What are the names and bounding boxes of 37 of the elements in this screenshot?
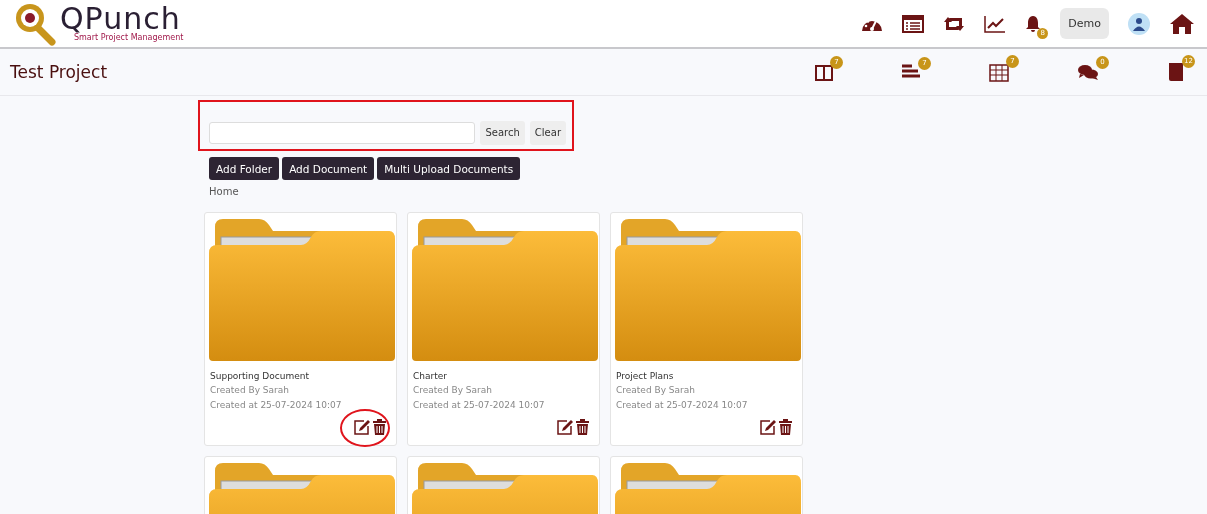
calendar-icon[interactable] [989,62,1009,82]
avatar-icon[interactable] [1128,12,1150,35]
edit-icon[interactable] [354,419,370,435]
created-by-text: Created By Sarah [210,385,290,395]
folder-name[interactable]: Project Plans [616,371,797,381]
project-title: Test Project [10,62,108,82]
action-button[interactable]: Add Document [282,157,375,180]
action-button[interactable]: Multi Upload Documents [377,157,521,180]
breadcrumb-link[interactable]: Home [209,186,239,197]
edit-icon[interactable] [557,419,573,435]
book-icon[interactable] [1167,62,1185,82]
tasks-icon[interactable] [901,64,921,80]
search-field[interactable] [209,121,476,144]
list-icon[interactable] [902,14,925,33]
chat-bubbles-icon[interactable] [1077,63,1099,81]
created-by-text: Created By Sarah [616,385,696,395]
line-chart-icon[interactable] [984,14,1007,33]
search-bar-button[interactable]: Search [480,120,525,145]
folder-name[interactable]: Supporting Document [210,371,391,381]
brand-name: QPunch [60,5,181,33]
folder-name[interactable]: Charter [413,371,594,381]
trash-icon[interactable] [576,419,589,435]
user-menu-button[interactable]: Demo [1060,8,1109,39]
trash-icon[interactable] [779,419,792,435]
created-by-text: Created By Sarah [413,385,493,395]
home-icon[interactable] [1169,12,1195,35]
trash-icon[interactable] [373,419,386,435]
action-button[interactable]: Add Folder [209,157,280,180]
created-at-text: Created at 25-07-2024 10:07 [616,400,749,410]
search-bar-button[interactable]: Clear [529,120,566,145]
edit-icon[interactable] [760,419,776,435]
board-icon[interactable] [815,63,833,81]
brand-tagline: Smart Project Management [74,33,184,42]
created-at-text: Created at 25-07-2024 10:07 [210,400,343,410]
highlight-circle [340,409,390,447]
created-at-text: Created at 25-07-2024 10:07 [413,400,546,410]
bell-icon[interactable] [1025,14,1042,33]
